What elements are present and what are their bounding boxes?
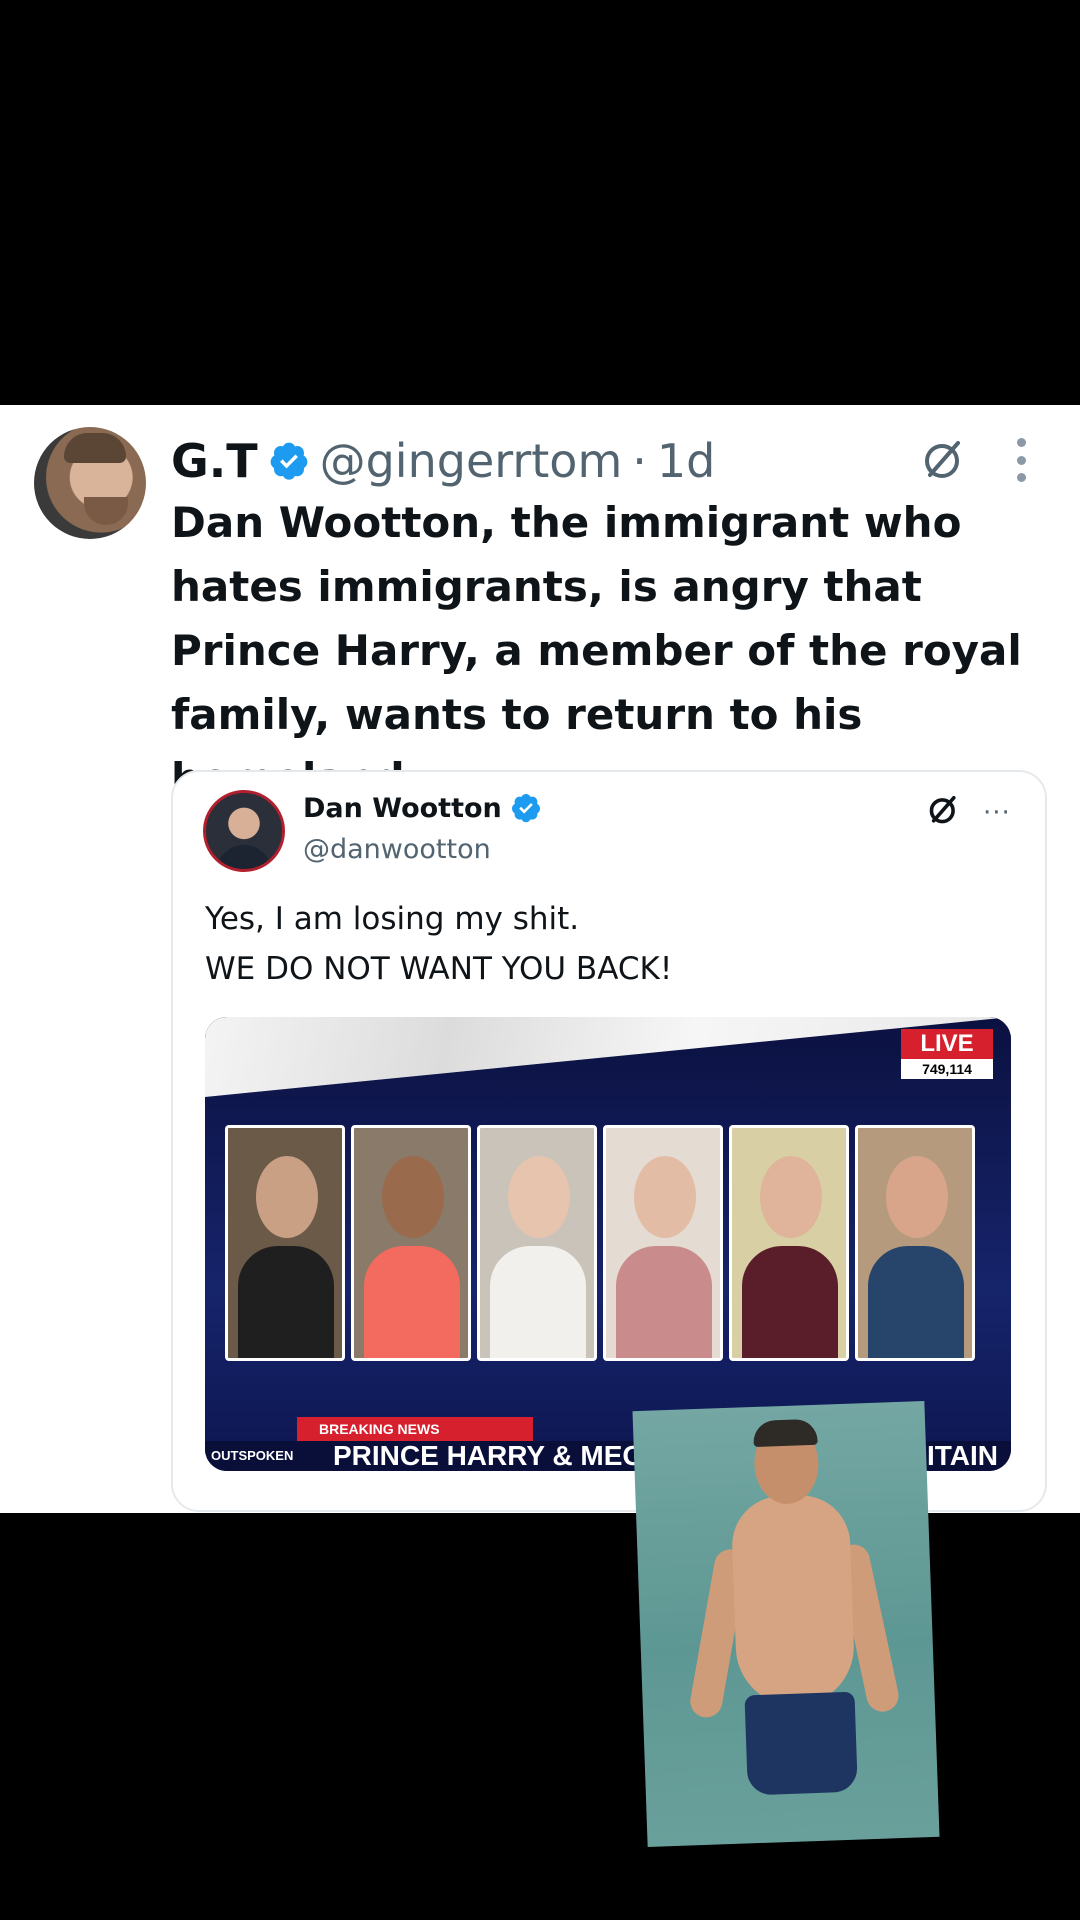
ticker-headline-tail: ITAIN xyxy=(927,1440,999,1471)
tweet-card[interactable]: G.T @gingerrtom · 1d Dan Wootton, the im… xyxy=(0,405,1080,1513)
quoted-author-name-row: Dan Wootton xyxy=(303,792,542,824)
breaking-news-label: BREAKING NEWS xyxy=(297,1417,533,1441)
quoted-author-name[interactable]: Dan Wootton xyxy=(303,793,502,824)
live-badge: LIVE 749,114 xyxy=(901,1029,993,1079)
quoted-line-1: Yes, I am losing my shit. xyxy=(205,901,580,937)
tweet-header: G.T @gingerrtom · 1d xyxy=(171,433,715,489)
quoted-tweet-text: Yes, I am losing my shit. WE DO NOT WANT… xyxy=(205,894,672,994)
quoted-line-2: WE DO NOT WANT YOU BACK! xyxy=(205,951,673,987)
post-time[interactable]: 1d xyxy=(657,434,715,488)
author-handle[interactable]: @gingerrtom xyxy=(320,434,623,488)
video-panel xyxy=(729,1125,849,1361)
more-options-icon[interactable] xyxy=(1014,438,1028,482)
tweet-text: Dan Wootton, the immigrant who hates imm… xyxy=(171,498,1022,803)
video-panel xyxy=(225,1125,345,1361)
video-panel xyxy=(351,1125,471,1361)
author-name[interactable]: G.T xyxy=(171,434,258,488)
author-avatar[interactable] xyxy=(34,427,146,539)
verified-badge-icon xyxy=(510,792,542,824)
video-panel xyxy=(477,1125,597,1361)
viewer-count: 749,114 xyxy=(901,1059,993,1079)
quoted-author-handle[interactable]: @danwootton xyxy=(303,834,491,865)
channel-brand: OUTSPOKEN xyxy=(211,1448,294,1463)
video-panels xyxy=(225,1125,975,1361)
grok-icon[interactable] xyxy=(918,435,968,485)
live-label: LIVE xyxy=(901,1029,993,1059)
quoted-author-avatar[interactable] xyxy=(203,790,285,872)
more-options-icon[interactable]: ··· xyxy=(983,798,1011,828)
separator-dot: · xyxy=(632,434,647,488)
beach-photo-overlay xyxy=(632,1401,940,1847)
grok-icon[interactable] xyxy=(925,792,961,828)
video-panel xyxy=(603,1125,723,1361)
verified-badge-icon xyxy=(268,440,310,482)
tears-of-joy-emoji: 😂 xyxy=(472,1519,634,1680)
video-panel xyxy=(855,1125,975,1361)
